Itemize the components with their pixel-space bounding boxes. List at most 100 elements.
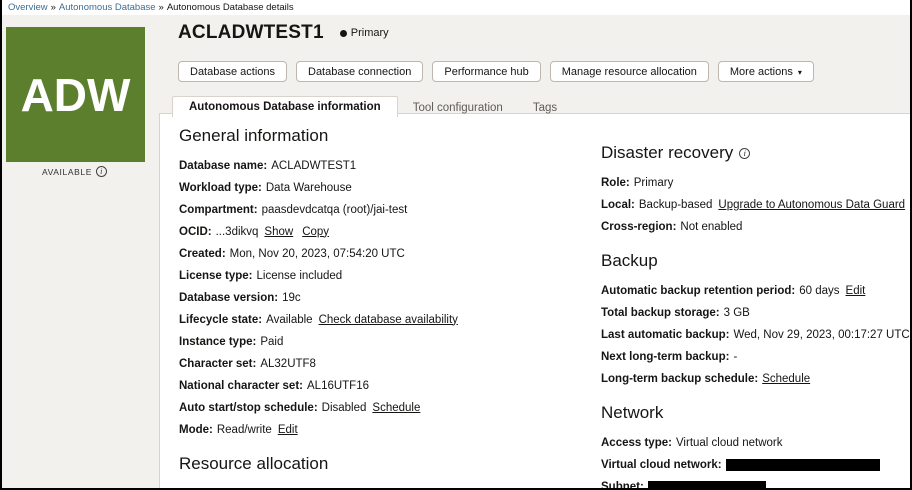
field-value: Disabled (321, 401, 367, 414)
field-label: Database name: (179, 159, 268, 172)
field-label: National character set: (179, 379, 303, 392)
field-long-term-backup-schedule: Long-term backup schedule: Schedule (601, 370, 910, 387)
tab-tags[interactable]: Tags (518, 98, 572, 117)
role-dot-icon (339, 29, 347, 37)
redacted-value (647, 480, 766, 488)
adw-tile-label: ADW (20, 68, 131, 121)
inline-link-edit[interactable]: Edit (846, 285, 866, 297)
field-value: 19c (282, 291, 301, 304)
field-label: Instance type: (179, 335, 257, 348)
field-label: Local: (601, 198, 635, 211)
performance-hub-button[interactable]: Performance hub (432, 61, 541, 82)
role-badge-label: Primary (350, 27, 389, 39)
inline-link-upgrade-to-autonomous-data-guard[interactable]: Upgrade to Autonomous Data Guard (718, 199, 905, 211)
database-connection-button[interactable]: Database connection (296, 61, 424, 82)
tab-autonomous-database-information[interactable]: Autonomous Database information (172, 96, 398, 117)
field-label: Lifecycle state: (179, 313, 263, 326)
inline-link-edit[interactable]: Edit (278, 424, 298, 436)
section-title: General information (179, 126, 329, 145)
field-label: Workload type: (179, 181, 262, 194)
field-ecpu-count: ECPU count:2 (179, 485, 601, 489)
field-total-backup-storage: Total backup storage: 3 GB (601, 304, 910, 321)
field-license-type: License type: License included (179, 267, 601, 284)
database-actions-button[interactable]: Database actions (178, 61, 287, 82)
field-value: Data Warehouse (265, 181, 352, 194)
field-label: Last automatic backup: (601, 328, 730, 341)
section-network: Network Access type: Virtual cloud network… (601, 403, 910, 490)
field-mode: Mode: Read/write Edit (179, 421, 601, 438)
breadcrumb-current: Autonomous Database details (166, 2, 294, 13)
field-local: Local: Backup-based Upgrade to Autonomous … (601, 196, 910, 213)
primary-role-badge: Primary (339, 27, 389, 39)
field-value: ACLADWTEST1 (271, 159, 357, 172)
field-value: Primary (633, 176, 674, 189)
inline-link-check-database-availability[interactable]: Check database availability (319, 314, 458, 326)
field-label: Created: (179, 247, 226, 260)
breadcrumb: Overview» Autonomous Database» Autonomous … (2, 0, 910, 15)
inline-link-schedule[interactable]: Schedule (762, 373, 810, 385)
field-label: Database version: (179, 291, 279, 304)
autonomous-database-details-page: Overview» Autonomous Database» Autonomous … (0, 0, 912, 490)
section-disaster-recovery: Disaster recovery i Role: Primary Local: Back… (601, 143, 910, 235)
field-automatic-backup-retention-period: Automatic backup retention period: 60 day… (601, 282, 910, 299)
field-value: Available (266, 313, 313, 326)
info-icon[interactable]: i (739, 147, 751, 159)
field-label: Compartment: (179, 203, 258, 216)
field-character-set: Character set: AL32UTF8 (179, 355, 601, 372)
field-label: Access type: (601, 436, 672, 449)
section-title: Backup (601, 251, 658, 270)
field-last-automatic-backup: Last automatic backup: Wed, Nov 29, 2023,… (601, 326, 910, 343)
field-label: OCID: (179, 225, 212, 238)
section-title: Resource allocation (179, 454, 329, 473)
field-role: Role: Primary (601, 174, 910, 191)
field-label: Character set: (179, 357, 257, 370)
field-value: AL32UTF8 (260, 357, 316, 370)
more-actions-button[interactable]: More actions ▾ (717, 61, 814, 82)
field-label: License type: (179, 269, 253, 282)
field-value: Paid (260, 335, 284, 348)
field-value: AL16UTF16 (307, 379, 370, 392)
manage-resource-allocation-button[interactable]: Manage resource allocation (549, 61, 709, 82)
field-label: Mode: (179, 423, 213, 436)
field-value: License included (256, 269, 343, 282)
field-value: Read/write (216, 423, 272, 436)
info-icon[interactable]: i (95, 166, 107, 177)
field-value: 60 days (799, 284, 840, 297)
header: ACLADWTEST1 Primary (178, 22, 389, 44)
breadcrumb-link-overview[interactable]: Overview (8, 2, 48, 13)
field-auto-start-stop-schedule: Auto start/stop schedule: Disabled Schedul… (179, 399, 601, 416)
field-label: Next long-term backup: (601, 350, 730, 363)
field-label: Virtual cloud network: (601, 458, 722, 471)
field-database-version: Database version: 19c (179, 289, 601, 306)
tab-bar: Autonomous Database information Tool con… (172, 96, 572, 117)
field-access-type: Access type: Virtual cloud network (601, 434, 910, 451)
section-backup: Backup Automatic backup retention period:… (601, 251, 910, 387)
field-value: Wed, Nov 29, 2023, 00:17:27 UTC (733, 328, 910, 341)
field-ocid: OCID: ...3dikvq Show Copy (179, 223, 601, 240)
field-workload-type: Workload type: Data Warehouse (179, 179, 601, 196)
details-column-left: General information Database name: ACLADWT… (179, 126, 601, 488)
field-label: Cross-region: (601, 220, 677, 233)
field-label: Automatic backup retention period: (601, 284, 796, 297)
field-label: Subnet: (601, 480, 644, 490)
inline-link-schedule[interactable]: Schedule (372, 402, 420, 414)
field-national-character-set: National character set: AL16UTF16 (179, 377, 601, 394)
field-created: Created: Mon, Nov 20, 2023, 07:54:20 UTC (179, 245, 601, 262)
field-label: Role: (601, 176, 630, 189)
redacted-value (725, 458, 880, 471)
action-toolbar: Database actions Database connection Per… (178, 61, 814, 82)
field-label: Long-term backup schedule: (601, 372, 759, 385)
page-title: ACLADWTEST1 (178, 22, 324, 43)
section-title: Network (601, 403, 664, 422)
details-column-right: Disaster recovery i Role: Primary Local: Back… (601, 126, 910, 490)
details-panel: General information Database name: ACLADWT… (159, 113, 910, 488)
field-label: Auto start/stop schedule: (179, 401, 318, 414)
tab-tool-configuration[interactable]: Tool configuration (398, 98, 518, 117)
inline-link-copy[interactable]: Copy (302, 226, 329, 238)
field-value: - (733, 350, 738, 363)
breadcrumb-link-autonomous-database[interactable]: Autonomous Database (59, 2, 156, 13)
field-cross-region: Cross-region: Not enabled (601, 218, 910, 235)
field-compartment: Compartment: paasdevdcatqa (root)/jai-tes… (179, 201, 601, 218)
inline-link-show[interactable]: Show (264, 226, 293, 238)
adw-tile: ADW (6, 27, 145, 162)
